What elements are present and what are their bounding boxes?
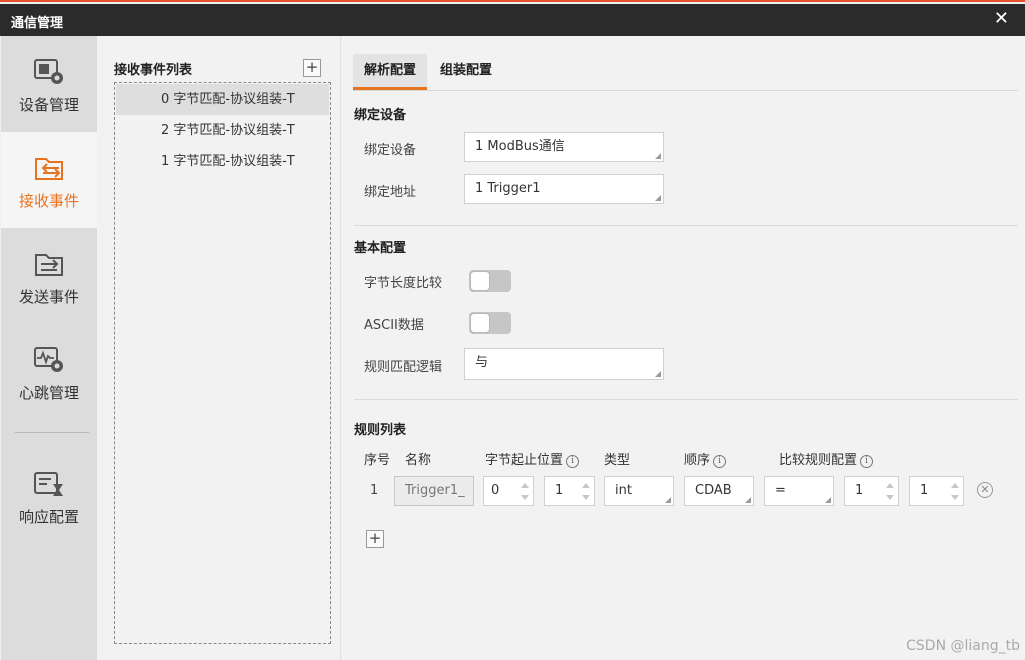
bind-device-select[interactable]: 1 ModBus通信 [464, 132, 664, 162]
sidebar-item-heartbeat[interactable]: 心跳管理 [1, 324, 97, 420]
sidebar-item-response-config[interactable]: 响应配置 [1, 448, 97, 544]
type-select[interactable]: int [604, 476, 674, 506]
add-event-button[interactable]: + [303, 59, 321, 77]
tab-parse-config[interactable]: 解析配置 [353, 54, 428, 90]
compare-operator-value: = [775, 483, 786, 498]
order-value: CDAB [695, 483, 732, 498]
resize-corner-icon [655, 371, 661, 377]
send-event-icon [35, 254, 63, 276]
info-icon[interactable]: i [713, 455, 727, 468]
rule-list-section-title: 规则列表 [354, 423, 407, 438]
section-divider [354, 399, 1018, 400]
sidebar-item-label: 接收事件 [18, 192, 79, 210]
ascii-data-toggle[interactable] [469, 312, 511, 334]
compare-value-a: 1 [855, 483, 864, 498]
tab-underline [353, 90, 1018, 91]
nav-divider [15, 432, 89, 433]
rule-header-position: 字节起止位置 i [485, 449, 580, 468]
bind-device-label: 绑定设备 [364, 143, 417, 158]
rule-name-value: Trigger1_ [405, 483, 465, 498]
rule-row-index: 1 [370, 483, 379, 498]
heartbeat-gear-icon [34, 347, 63, 372]
close-icon[interactable]: ✕ [994, 9, 1009, 29]
sidebar-item-label: 发送事件 [18, 288, 79, 306]
sidebar-item-label: 设备管理 [18, 96, 79, 114]
watermark: CSDN @liang_tb [906, 638, 1020, 654]
event-list-title: 接收事件列表 [114, 63, 193, 78]
sidebar-nav: 设备管理 接收事件 发送事件 心跳管理 响应配置 [1, 36, 97, 660]
stepper-arrows-icon[interactable] [951, 479, 960, 503]
stepper-arrows-icon[interactable] [886, 479, 895, 503]
resize-corner-icon [655, 195, 661, 201]
info-icon[interactable]: i [860, 455, 874, 468]
ascii-data-label: ASCII数据 [364, 318, 424, 333]
sidebar-item-device-management[interactable]: 设备管理 [1, 36, 97, 132]
resize-corner-icon [665, 497, 671, 503]
byte-length-compare-label: 字节长度比较 [364, 276, 443, 291]
resize-corner-icon [825, 497, 831, 503]
list-item[interactable]: 0 字节匹配-协议组装-T [116, 84, 329, 115]
rule-header-order-text: 顺序 [684, 453, 711, 468]
byte-start-stepper[interactable]: 0 [483, 476, 534, 506]
info-icon[interactable]: i [566, 455, 580, 468]
toggle-knob [470, 271, 490, 291]
response-config-icon [34, 472, 63, 496]
rule-match-logic-value: 与 [475, 355, 489, 370]
rule-header-compare-text: 比较规则配置 [779, 453, 858, 468]
byte-start-value: 0 [491, 483, 500, 498]
rule-header-compare: 比较规则配置 i [779, 449, 874, 468]
compare-value-b: 1 [920, 483, 929, 498]
rule-name-field: Trigger1_ [394, 476, 474, 506]
title-bar: 通信管理 ✕ [0, 4, 1025, 36]
byte-length-compare-toggle[interactable] [469, 270, 511, 292]
type-value: int [615, 483, 632, 498]
sidebar-item-label: 心跳管理 [18, 384, 79, 402]
rule-header-position-text: 字节起止位置 [485, 453, 564, 468]
device-gear-icon [34, 59, 63, 84]
rule-header-order: 顺序 i [684, 449, 727, 468]
sidebar-item-label: 响应配置 [18, 508, 79, 526]
delete-rule-icon[interactable]: ✕ [977, 482, 993, 498]
sidebar-item-receive-event[interactable]: 接收事件 [1, 132, 97, 228]
tab-assemble-config[interactable]: 组装配置 [429, 54, 503, 90]
resize-corner-icon [655, 153, 661, 159]
byte-end-stepper[interactable]: 1 [544, 476, 595, 506]
receive-event-list-panel: 接收事件列表 + 0 字节匹配-协议组装-T 2 字节匹配-协议组装-T 1 字… [97, 36, 341, 660]
bind-address-select[interactable]: 1 Trigger1 [464, 174, 664, 204]
compare-operator-select[interactable]: = [764, 476, 834, 506]
bind-device-section-title: 绑定设备 [354, 108, 407, 123]
receive-event-icon [35, 158, 63, 180]
event-list: 0 字节匹配-协议组装-T 2 字节匹配-协议组装-T 1 字节匹配-协议组装-… [114, 82, 331, 644]
list-item[interactable]: 2 字节匹配-协议组装-T [116, 115, 329, 146]
sidebar-item-send-event[interactable]: 发送事件 [1, 228, 97, 324]
rule-header-type: 类型 [604, 453, 631, 468]
compare-value-b-stepper[interactable]: 1 [909, 476, 964, 506]
communication-management-window: 通信管理 ✕ 设备管理 接收事件 发送事件 心跳管理 响应配置 接收事件列表 +… [0, 0, 1025, 660]
list-item[interactable]: 1 字节匹配-协议组装-T [116, 146, 329, 177]
rule-header-index: 序号 [364, 453, 391, 468]
resize-corner-icon [745, 497, 751, 503]
rule-header-name: 名称 [405, 453, 432, 468]
bind-address-label: 绑定地址 [364, 185, 417, 200]
add-rule-button[interactable]: + [366, 530, 384, 548]
stepper-arrows-icon[interactable] [521, 479, 530, 503]
bind-device-value: 1 ModBus通信 [475, 139, 565, 154]
rule-match-logic-label: 规则匹配逻辑 [364, 360, 443, 375]
rule-match-logic-select[interactable]: 与 [464, 348, 664, 380]
section-divider [354, 225, 1018, 226]
bind-address-value: 1 Trigger1 [475, 181, 541, 196]
stepper-arrows-icon[interactable] [582, 479, 591, 503]
toggle-knob [470, 313, 490, 333]
compare-value-a-stepper[interactable]: 1 [844, 476, 899, 506]
window-title: 通信管理 [11, 16, 64, 31]
config-content-panel: 解析配置 组装配置 绑定设备 绑定设备 1 ModBus通信 绑定地址 1 Tr… [342, 36, 1025, 660]
basic-config-section-title: 基本配置 [354, 241, 407, 256]
order-select[interactable]: CDAB [684, 476, 754, 506]
byte-end-value: 1 [555, 483, 564, 498]
